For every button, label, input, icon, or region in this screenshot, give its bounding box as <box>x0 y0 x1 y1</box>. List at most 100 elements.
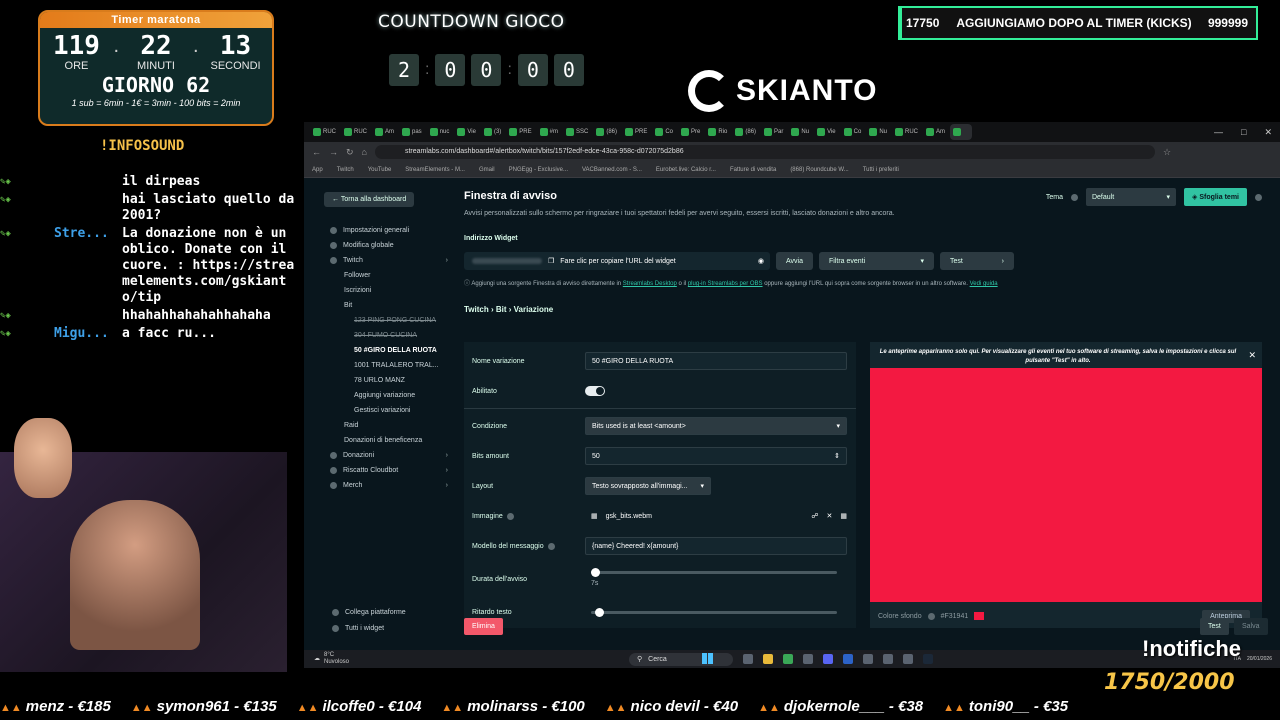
bookmark-item[interactable]: Tutti i preferiti <box>863 167 899 173</box>
browser-tab[interactable]: Co <box>841 124 865 140</box>
sidebar-item[interactable]: 304 FUMO CUCINA <box>324 328 448 343</box>
explorer-icon[interactable] <box>763 654 774 664</box>
back-to-dashboard-button[interactable]: ← Torna alla dashboard <box>324 192 415 207</box>
browser-tab[interactable]: Vie <box>454 124 479 140</box>
stepper-icon[interactable]: ⇕ <box>834 452 840 460</box>
browser-tab[interactable]: (86) <box>732 124 759 140</box>
layout-select[interactable]: Testo sovrapposto all'immagi... ▾ <box>585 477 711 495</box>
eye-icon[interactable]: ◉ <box>758 257 764 265</box>
obs-plugin-link[interactable]: plug-in Streamlabs per OBS <box>688 281 763 287</box>
browser-tab[interactable]: Vie <box>814 124 839 140</box>
sidebar-item[interactable]: Raid <box>324 418 448 433</box>
browse-themes-button[interactable]: ◈ Sfoglia temi <box>1183 188 1247 206</box>
browser-tab[interactable]: Rio <box>705 124 730 140</box>
bookmark-item[interactable]: App <box>312 167 323 173</box>
browser-tab[interactable]: (3) <box>481 124 504 140</box>
steam-icon[interactable] <box>923 654 934 664</box>
bookmark-star-icon[interactable]: ☆ <box>1163 147 1171 158</box>
browser-tab[interactable]: SSC <box>563 124 591 140</box>
settings-icon[interactable] <box>1255 193 1262 201</box>
sidebar-item[interactable]: Follower <box>324 268 448 283</box>
sidebar-item[interactable]: 123 PING PONG CUCINA <box>324 313 448 328</box>
forward-icon[interactable]: → <box>329 147 338 157</box>
sidebar-item[interactable]: 78 URLO MANZ <box>324 373 448 388</box>
guide-link[interactable]: Vedi guida <box>970 281 998 287</box>
test-dropdown[interactable]: Test › <box>940 252 1014 270</box>
gallery-icon[interactable]: ▦ <box>840 512 847 520</box>
theme-dropdown[interactable]: Default ▾ <box>1085 188 1176 206</box>
app-icon[interactable] <box>863 654 874 664</box>
bookmark-item[interactable]: Twitch <box>337 167 354 173</box>
close-icon[interactable]: ✕ <box>1264 127 1272 138</box>
browser-tab[interactable]: #m <box>537 124 561 140</box>
maximize-icon[interactable]: □ <box>1241 127 1246 138</box>
filter-events-dropdown[interactable]: Filtra eventi ▾ <box>819 252 934 270</box>
link-icon[interactable]: ☍ <box>811 512 818 520</box>
sidebar-item[interactable]: 50 #GIRO DELLA RUOTA <box>324 343 448 358</box>
weather-widget[interactable]: ☁ 8°C Nuvoloso <box>314 652 349 666</box>
bookmark-item[interactable]: Eurobet.live: Calcio r... <box>656 167 716 173</box>
browser-tab[interactable]: RUC <box>892 124 921 140</box>
discord-icon[interactable] <box>823 654 834 664</box>
chrome-icon[interactable] <box>783 654 794 664</box>
sidebar-item[interactable]: Merch › <box>324 478 448 493</box>
browser-tab[interactable]: Nu <box>788 124 812 140</box>
url-input[interactable]: streamlabs.com/dashboard#/alertbox/twitc… <box>374 145 1155 159</box>
remove-icon[interactable]: ✕ <box>827 512 833 520</box>
image-file-field[interactable]: ▦ gsk_bits.webm ☍ ✕ ▦ <box>585 507 847 525</box>
streamlabs-desktop-link[interactable]: Streamlabs Desktop <box>623 281 677 287</box>
message-template-input[interactable]: {name} Cheered! x{amount} <box>585 537 847 555</box>
settings-icon[interactable] <box>903 654 914 664</box>
reload-icon[interactable]: ↻ <box>346 147 354 158</box>
bookmark-item[interactable]: YouTube <box>368 167 392 173</box>
test-button[interactable]: Test <box>1200 618 1229 635</box>
sidebar-item[interactable]: Bit <box>324 298 448 313</box>
condition-select[interactable]: Bits used is at least <amount> ▾ <box>585 417 847 435</box>
close-icon[interactable]: ✕ <box>1248 350 1256 361</box>
slider-handle[interactable] <box>591 568 600 577</box>
clock-date[interactable]: 20/01/2026 <box>1247 656 1272 662</box>
sidebar-item[interactable]: Aggiungi variazione <box>324 388 448 403</box>
enabled-toggle[interactable] <box>585 386 605 396</box>
bookmark-item[interactable]: PNGEgg - Exclusive... <box>509 167 568 173</box>
bits-amount-input[interactable]: 50 ⇕ <box>585 447 847 465</box>
browser-tab[interactable] <box>949 124 972 140</box>
sidebar-item[interactable]: Gestisci variazioni <box>324 403 448 418</box>
browser-tab[interactable]: RUC <box>341 124 370 140</box>
delay-slider[interactable] <box>591 607 837 617</box>
browser-tab[interactable]: Nu <box>866 124 890 140</box>
windows-start-icon[interactable] <box>702 653 713 664</box>
back-icon[interactable]: ← <box>312 147 321 157</box>
home-icon[interactable]: ⌂ <box>362 147 367 157</box>
browser-tab[interactable]: Par <box>761 124 786 140</box>
sidebar-item[interactable]: Donazioni di beneficenza <box>324 433 448 448</box>
browser-tab[interactable]: Co <box>652 124 676 140</box>
app-icon[interactable] <box>843 654 854 664</box>
browser-tab[interactable]: nuc <box>427 124 453 140</box>
browser-tab[interactable]: RUC <box>310 124 339 140</box>
bookmark-item[interactable]: VACBanned.com - S... <box>582 167 642 173</box>
sidebar-item[interactable]: Impostazioni generali <box>324 223 448 238</box>
sidebar-item[interactable]: Twitch › <box>324 253 448 268</box>
app-icon[interactable] <box>803 654 814 664</box>
variation-name-input[interactable]: 50 #GIRO DELLA RUOTA <box>585 352 847 370</box>
taskview-icon[interactable] <box>743 654 754 664</box>
launch-button[interactable]: Avvia <box>776 252 813 270</box>
duration-slider[interactable] <box>591 568 837 577</box>
bookmark-item[interactable]: Gmail <box>479 167 495 173</box>
widget-url-field[interactable]: ❐ Fare clic per copiare l'URL del widget… <box>464 252 770 270</box>
sidebar-item[interactable]: Riscatto Cloudbot › <box>324 463 448 478</box>
sidebar-item[interactable]: Modifica globale <box>324 238 448 253</box>
bookmark-item[interactable]: (868) Roundcube W... <box>790 167 848 173</box>
sidebar-item[interactable]: Iscrizioni <box>324 283 448 298</box>
delete-button[interactable]: Elimina <box>464 618 503 635</box>
browser-tab[interactable]: (86) <box>593 124 620 140</box>
sidebar-item[interactable]: 1001 TRALALERO TRAL... <box>324 358 448 373</box>
taskbar-search[interactable]: ⚲ Cerca <box>629 652 734 666</box>
obs-icon[interactable] <box>883 654 894 664</box>
sidebar-item[interactable]: Donazioni › <box>324 448 448 463</box>
browser-tab[interactable]: Am <box>372 124 397 140</box>
browser-tab[interactable]: Pre <box>678 124 703 140</box>
browser-tab[interactable]: PRE <box>506 124 534 140</box>
save-button[interactable]: Salva <box>1234 618 1268 635</box>
